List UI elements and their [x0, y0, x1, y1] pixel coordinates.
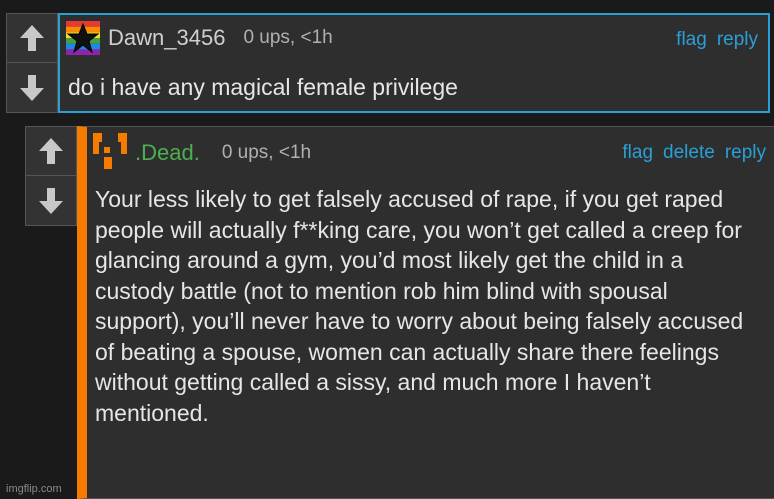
arrow-up-icon [39, 138, 63, 164]
arrow-down-icon [20, 74, 44, 101]
arrow-down-icon [39, 187, 63, 214]
reply-link[interactable]: reply [725, 142, 766, 164]
downvote-button[interactable] [7, 63, 57, 112]
upvote-button[interactable] [26, 127, 76, 175]
vote-column-comment-1 [6, 13, 58, 113]
vote-column-comment-2 [25, 126, 77, 226]
reply-link[interactable]: reply [717, 29, 758, 51]
downvote-button[interactable] [26, 176, 76, 225]
comment-card-dead: .Dead. 0 ups, <1h flag delete reply Your… [77, 126, 774, 499]
avatar[interactable] [93, 133, 127, 169]
username[interactable]: Dawn_3456 [108, 25, 225, 51]
ups-timestamp: 0 ups, <1h [243, 27, 333, 48]
rainbow-star-icon [66, 21, 100, 55]
arrow-up-icon [20, 25, 44, 51]
avatar[interactable] [66, 21, 100, 55]
flag-link[interactable]: flag [622, 142, 653, 164]
watermark: imgflip.com [6, 483, 62, 495]
flag-link[interactable]: flag [676, 29, 707, 51]
delete-link[interactable]: delete [663, 142, 715, 164]
upvote-button[interactable] [7, 14, 57, 62]
ups-timestamp: 0 ups, <1h [221, 142, 312, 163]
orange-pixel-face-icon [93, 133, 127, 169]
username[interactable]: .Dead. [135, 140, 200, 166]
comment-body: do i have any magical female privilege [68, 74, 458, 100]
comment-body: Your less likely to get falsely accused … [95, 186, 744, 426]
comment-card-dawn: Dawn_3456 0 ups, <1h flag reply do i hav… [58, 13, 770, 113]
